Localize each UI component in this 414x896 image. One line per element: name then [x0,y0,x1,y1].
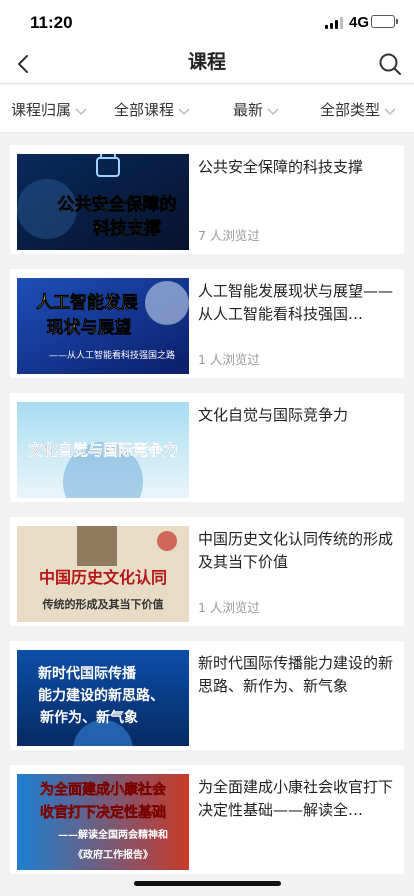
filter-all-courses[interactable]: 全部课程 [114,99,191,120]
course-thumbnail: 公共安全保障的 科技支撑 [17,154,189,250]
thumbnail-text: 传统的形成及其当下价值 [42,597,164,611]
thumbnail-text: 文化自觉与国际竞争力 [28,441,178,459]
course-view-count: 7 人浏览过 [198,228,260,243]
filter-label: 全部课程 [114,101,175,119]
course-card[interactable]: 新时代国际传播 能力建设的新思路、 新作为、新气象 新时代国际传播能力建设的新思… [10,641,404,750]
course-thumbnail: 为全面建成小康社会 收官打下决定性基础 ——解读全国两会精神和 《政府工作报告》 [17,774,189,870]
chevron-down-icon [384,107,396,115]
thumbnail-text: 公共安全保障的 [58,194,177,215]
filter-all-types[interactable]: 全部类型 [320,99,397,120]
course-title: 公共安全保障的科技支撑 [198,158,364,176]
thumbnail-text: 新时代国际传播 [38,665,137,682]
course-title: 为全面建成小康社会收官打下决定性基础——解读全… [198,778,394,819]
course-card[interactable]: 文化自觉与国际竞争力 文化自觉与国际竞争力 [10,393,404,502]
page-title: 课程 [187,51,226,73]
thumbnail-text: 中国历史文化认同 [39,568,167,587]
chevron-down-icon [267,107,279,115]
thumbnail-text: ——解读全国两会精神和 [58,828,168,841]
thumbnail-text: 《政府工作报告》 [73,848,153,861]
course-list: 公共安全保障的 科技支撑 公共安全保障的科技支撑 7 人浏览过 人工智能发展 现… [10,145,404,889]
course-thumbnail: 人工智能发展 现状与展望 ——从人工智能看科技强国之路 [17,278,189,374]
chevron-down-icon [178,107,190,115]
filter-course-owner[interactable]: 课程归属 [11,99,88,120]
course-card[interactable]: 中国历史文化认同 传统的形成及其当下价值 中国历史文化认同传统的形成及其当下价值… [10,517,404,626]
course-title: 新时代国际传播能力建设的新思路、新作为、新气象 [198,654,394,695]
thumbnail-text: ——从人工智能看科技强国之路 [49,349,175,361]
course-view-count: 1 人浏览过 [198,352,260,367]
status-bar: 11:20 4G [0,0,414,44]
filter-label: 课程归属 [11,101,72,119]
thumbnail-text: 科技支撑 [93,218,161,239]
course-thumbnail: 中国历史文化认同 传统的形成及其当下价值 [17,526,189,622]
network-type: 4G [349,14,370,31]
filter-label: 全部类型 [320,101,381,119]
filter-label: 最新 [233,101,264,119]
course-card[interactable]: 公共安全保障的 科技支撑 公共安全保障的科技支撑 7 人浏览过 [10,145,404,254]
status-time: 11:20 [30,13,73,32]
filter-bar: 课程归属 全部课程 最新 全部类型 [0,85,414,133]
search-icon[interactable] [376,50,404,78]
thumbnail-text: 人工智能发展 [36,292,138,313]
thumbnail-text: 收官打下决定性基础 [40,804,166,821]
thumbnail-text: 新作为、新气象 [40,709,138,726]
cellular-signal-icon [325,17,343,29]
course-card[interactable]: 人工智能发展 现状与展望 ——从人工智能看科技强国之路 人工智能发展现状与展望—… [10,269,404,378]
course-title: 文化自觉与国际竞争力 [198,406,349,424]
course-view-count: 1 人浏览过 [198,600,260,615]
nav-bar: 课程 [0,44,414,84]
thumbnail-text: 为全面建成小康社会 [40,781,167,798]
course-title: 人工智能发展现状与展望——从人工智能看科技强国… [198,282,394,323]
course-card[interactable]: 为全面建成小康社会 收官打下决定性基础 ——解读全国两会精神和 《政府工作报告》… [10,765,404,874]
course-title: 中国历史文化认同传统的形成及其当下价值 [198,530,394,571]
home-indicator [134,881,281,886]
thumbnail-text: 现状与展望 [47,317,132,338]
battery-icon [371,15,398,28]
chevron-down-icon [75,107,87,115]
filter-latest[interactable]: 最新 [233,99,280,120]
course-thumbnail: 文化自觉与国际竞争力 [17,402,189,498]
thumbnail-text: 能力建设的新思路、 [38,687,164,704]
course-thumbnail: 新时代国际传播 能力建设的新思路、 新作为、新气象 [17,650,189,746]
